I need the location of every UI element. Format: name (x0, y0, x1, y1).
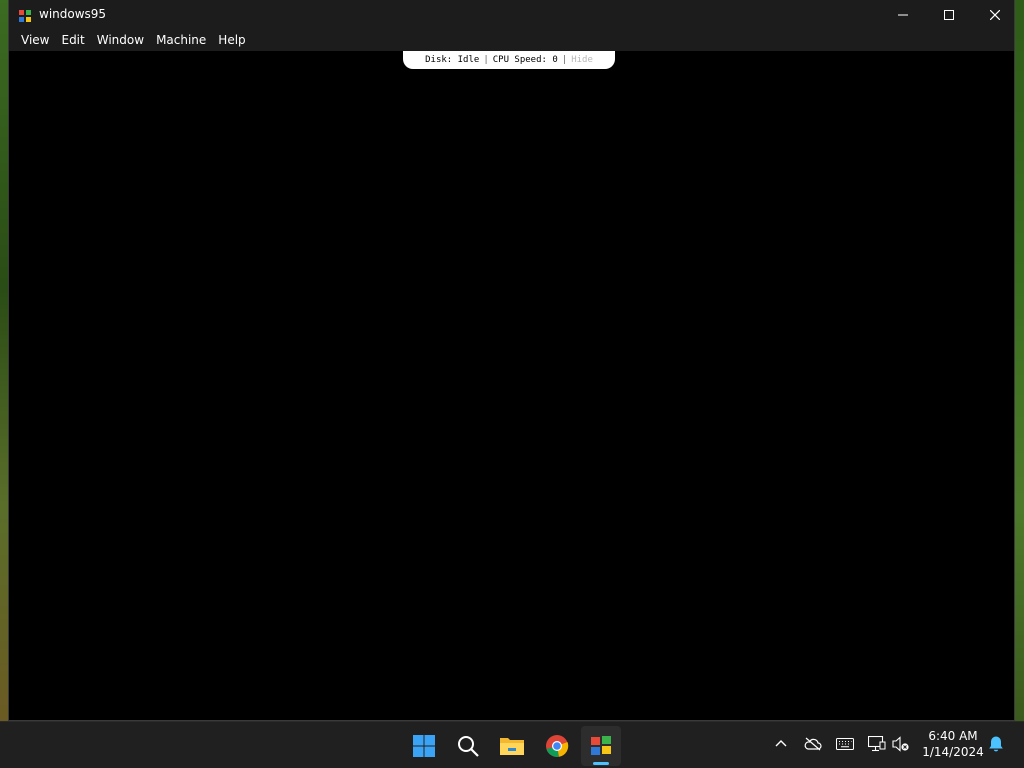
start-icon (413, 735, 435, 757)
search-button[interactable] (448, 726, 488, 766)
windows95-app-icon (18, 8, 32, 22)
status-separator: | (561, 55, 568, 65)
onedrive-button[interactable] (803, 734, 823, 754)
disk-status: Disk: Idle (425, 55, 480, 65)
chevron-up-icon (775, 740, 787, 747)
volume-button[interactable] (891, 734, 911, 754)
start-button[interactable] (404, 726, 444, 766)
title-bar[interactable]: windows95 (9, 0, 1014, 30)
taskbar: 6:40 AM 1/14/2024 (0, 721, 1024, 768)
chrome-button[interactable] (537, 726, 577, 766)
notification-bell-icon (989, 736, 1003, 752)
active-app-indicator (593, 762, 609, 765)
onedrive-offline-icon (804, 737, 822, 751)
maximize-button[interactable] (926, 0, 972, 30)
speaker-muted-icon (892, 736, 909, 752)
app-window: windows95 View Edit Window Machine Help … (8, 0, 1015, 721)
desktop-wallpaper-right (1015, 0, 1024, 721)
clock-time: 6:40 AM (928, 729, 978, 743)
status-separator: | (483, 55, 489, 65)
cpu-speed-status: CPU Speed: 0 (492, 55, 558, 65)
input-indicator-button[interactable] (835, 734, 855, 754)
show-hidden-icons-button[interactable] (771, 734, 791, 754)
search-icon (458, 736, 479, 757)
menu-bar: View Edit Window Machine Help (9, 30, 1014, 51)
system-clock[interactable]: 6:40 AM 1/14/2024 (918, 728, 988, 760)
close-icon (990, 10, 1000, 20)
menu-machine[interactable]: Machine (150, 30, 212, 51)
status-pill: Disk: Idle | CPU Speed: 0 | Hide (403, 51, 615, 69)
chrome-icon (546, 735, 569, 757)
menu-help[interactable]: Help (212, 30, 251, 51)
file-explorer-icon (500, 738, 524, 755)
notifications-button[interactable] (986, 734, 1006, 754)
emulator-screen[interactable]: Disk: Idle | CPU Speed: 0 | Hide (9, 51, 1014, 720)
minimize-icon (898, 14, 908, 16)
desktop-wallpaper-left (0, 0, 8, 721)
window-title: windows95 (39, 7, 107, 21)
windows95-taskbar-button[interactable] (581, 726, 621, 766)
menu-edit[interactable]: Edit (55, 30, 90, 51)
keyboard-icon (836, 738, 854, 750)
menu-window[interactable]: Window (91, 30, 150, 51)
clock-date: 1/14/2024 (922, 745, 984, 759)
network-icon (868, 736, 886, 752)
menu-view[interactable]: View (15, 30, 55, 51)
close-button[interactable] (972, 0, 1018, 30)
file-explorer-button[interactable] (492, 726, 532, 766)
maximize-icon (944, 10, 954, 20)
hide-status-link[interactable]: Hide (571, 55, 593, 65)
network-button[interactable] (867, 734, 887, 754)
minimize-button[interactable] (880, 0, 926, 30)
windows95-app-icon (591, 736, 611, 755)
